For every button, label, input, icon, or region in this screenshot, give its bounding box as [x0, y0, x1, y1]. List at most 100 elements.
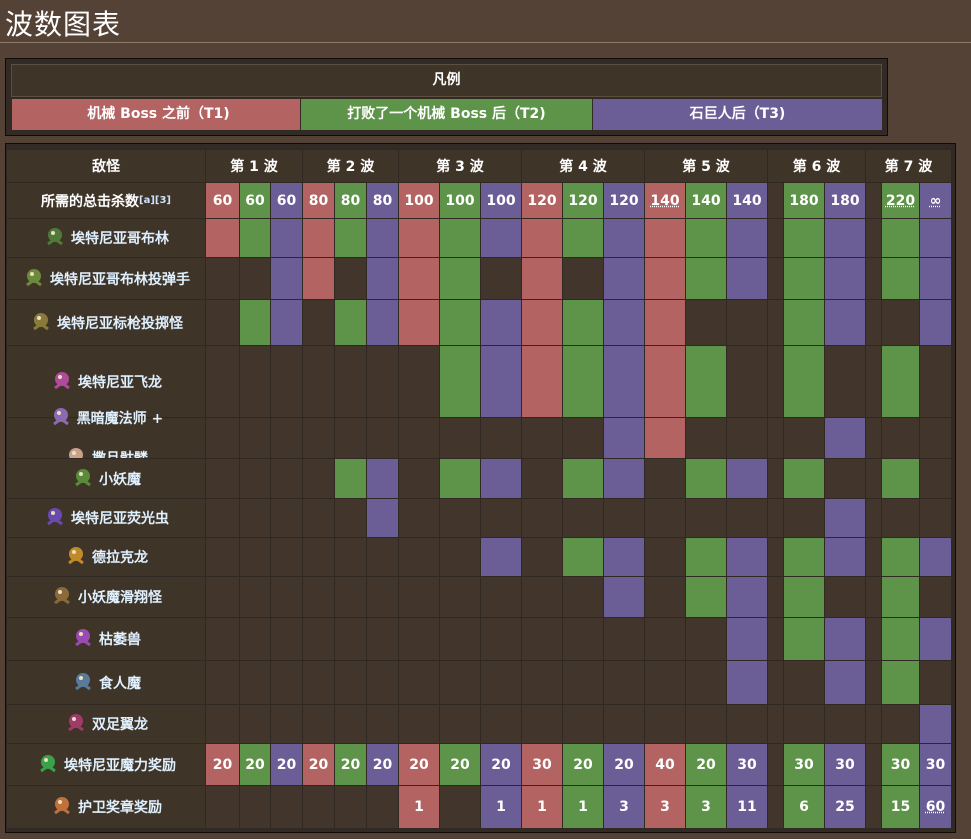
wave-enemy-cell: [334, 537, 367, 577]
kills-cell: 120: [521, 182, 563, 219]
reward-cell: 20: [603, 743, 645, 786]
wave-enemy-cell: [302, 537, 335, 577]
wave-header-label: 第 5 波: [682, 159, 730, 175]
reward-value: 20: [450, 756, 470, 773]
wave-enemy-cell: [824, 257, 866, 300]
reward-value: 20: [340, 756, 361, 773]
kills-cell: 180: [824, 182, 866, 219]
wave-enemy-cell: [685, 345, 727, 418]
wave-enemy-cell: [603, 498, 645, 538]
wave-enemy-cell: [685, 417, 727, 459]
wave-enemy-cell: [783, 299, 825, 346]
reward-cell: 1: [480, 785, 522, 829]
reward-value: 1: [578, 799, 588, 815]
wave-enemy-cell: [865, 218, 882, 258]
wave-enemy-cell: [302, 458, 335, 499]
kills-value: 140: [650, 192, 680, 209]
wave-enemy-cell: [919, 660, 952, 705]
wave-enemy-cell: [644, 299, 686, 346]
wave-enemy-cell: [205, 458, 240, 499]
kills-value: 100: [486, 192, 516, 209]
wave-enemy-cell: [644, 576, 686, 618]
wave-enemy-cell: [334, 299, 367, 346]
wave-enemy-cell: [919, 257, 952, 300]
wave-enemy-cell: [521, 704, 563, 744]
wave-enemy-cell: [824, 704, 866, 744]
wave-enemy-cell: [783, 417, 825, 459]
enemy-header-label: 敌怪: [92, 159, 120, 175]
wave-enemy-cell: [270, 617, 303, 661]
wave-enemy-cell: [562, 537, 604, 577]
wave-enemy-cell: [521, 458, 563, 499]
wave-enemy-cell: [398, 299, 440, 346]
reward-value: 20: [276, 756, 297, 773]
wave-enemy-cell: [865, 660, 882, 705]
wave-header-4: 第 4 波: [521, 149, 645, 183]
wave-enemy-cell: [881, 704, 920, 744]
reward-cell: [767, 743, 784, 786]
wave-enemy-cell: [767, 660, 784, 705]
wave-header-label: 第 1 波: [230, 159, 278, 175]
wave-enemy-cell: [685, 537, 727, 577]
wave-enemy-cell: [398, 704, 440, 744]
wave-enemy-cell: [439, 704, 481, 744]
wave-enemy-cell: [480, 576, 522, 618]
wave-enemy-cell: [480, 417, 522, 459]
reward-cell: 20: [480, 743, 522, 786]
kills-value: 60: [245, 192, 265, 209]
reward-value: 11: [737, 799, 757, 815]
wave-header-label: 第 4 波: [559, 159, 607, 175]
wave-enemy-cell: [824, 617, 866, 661]
wave-enemy-cell: [644, 537, 686, 577]
wave-enemy-cell: [562, 617, 604, 661]
wave-header-label: 第 7 波: [884, 159, 933, 175]
wave-enemy-cell: [302, 417, 335, 459]
wave-enemy-cell: [603, 417, 645, 459]
reward-cell: 30: [783, 743, 825, 786]
kills-value: 120: [568, 192, 598, 209]
wave-enemy-cell: [366, 617, 399, 661]
legend: 凡例 机械 Boss 之前（T1) 打败了一个机械 Boss 后（T2) 石巨人…: [5, 58, 888, 136]
wave-enemy-cell: [824, 537, 866, 577]
wave-enemy-cell: [521, 576, 563, 618]
kills-cell: 140: [726, 182, 768, 219]
wave-enemy-cell: [334, 498, 367, 538]
wave-enemy-cell: [302, 617, 335, 661]
wave-enemy-cell: [302, 345, 335, 418]
wave-enemy-cell: [562, 704, 604, 744]
kills-value: 120: [609, 192, 639, 209]
wave-enemy-cell: [521, 345, 563, 418]
kobold-icon: [71, 465, 95, 493]
reward-cell: 20: [685, 743, 727, 786]
wave-enemy-cell: [685, 218, 727, 258]
reward-value: 20: [308, 756, 329, 773]
reward-cell: 60: [919, 785, 952, 829]
wave-enemy-cell: [767, 537, 784, 577]
wave-enemy-cell: [334, 576, 367, 618]
kills-value: 80: [372, 192, 393, 209]
wave-enemy-cell: [239, 345, 271, 418]
wave-enemy-cell: [919, 537, 952, 577]
wave-enemy-cell: [726, 257, 768, 300]
wave-enemy-cell: [824, 576, 866, 618]
reward-value: 20: [491, 756, 511, 773]
wave-enemy-cell: [603, 617, 645, 661]
wave-enemy-cell: [824, 218, 866, 258]
wave-enemy-cell: [824, 660, 866, 705]
wave-enemy-cell: [919, 345, 952, 418]
wave-enemy-cell: [480, 537, 522, 577]
reward-value: 60: [925, 799, 946, 815]
betsy-icon: [64, 710, 88, 738]
wave-enemy-cell: [644, 498, 686, 538]
wave-enemy-cell: [439, 299, 481, 346]
wave-enemy-cell: [480, 257, 522, 300]
reward-cell: 30: [881, 743, 920, 786]
wave-enemy-cell: [865, 458, 882, 499]
reward-cell: 20: [205, 743, 240, 786]
wave-enemy-cell: [767, 299, 784, 346]
wave-enemy-cell: [521, 537, 563, 577]
wave-enemy-cell: [783, 537, 825, 577]
legend-heading: 凡例: [11, 64, 882, 97]
wave-header-label: 第 3 波: [436, 159, 484, 175]
wave-enemy-cell: [302, 704, 335, 744]
